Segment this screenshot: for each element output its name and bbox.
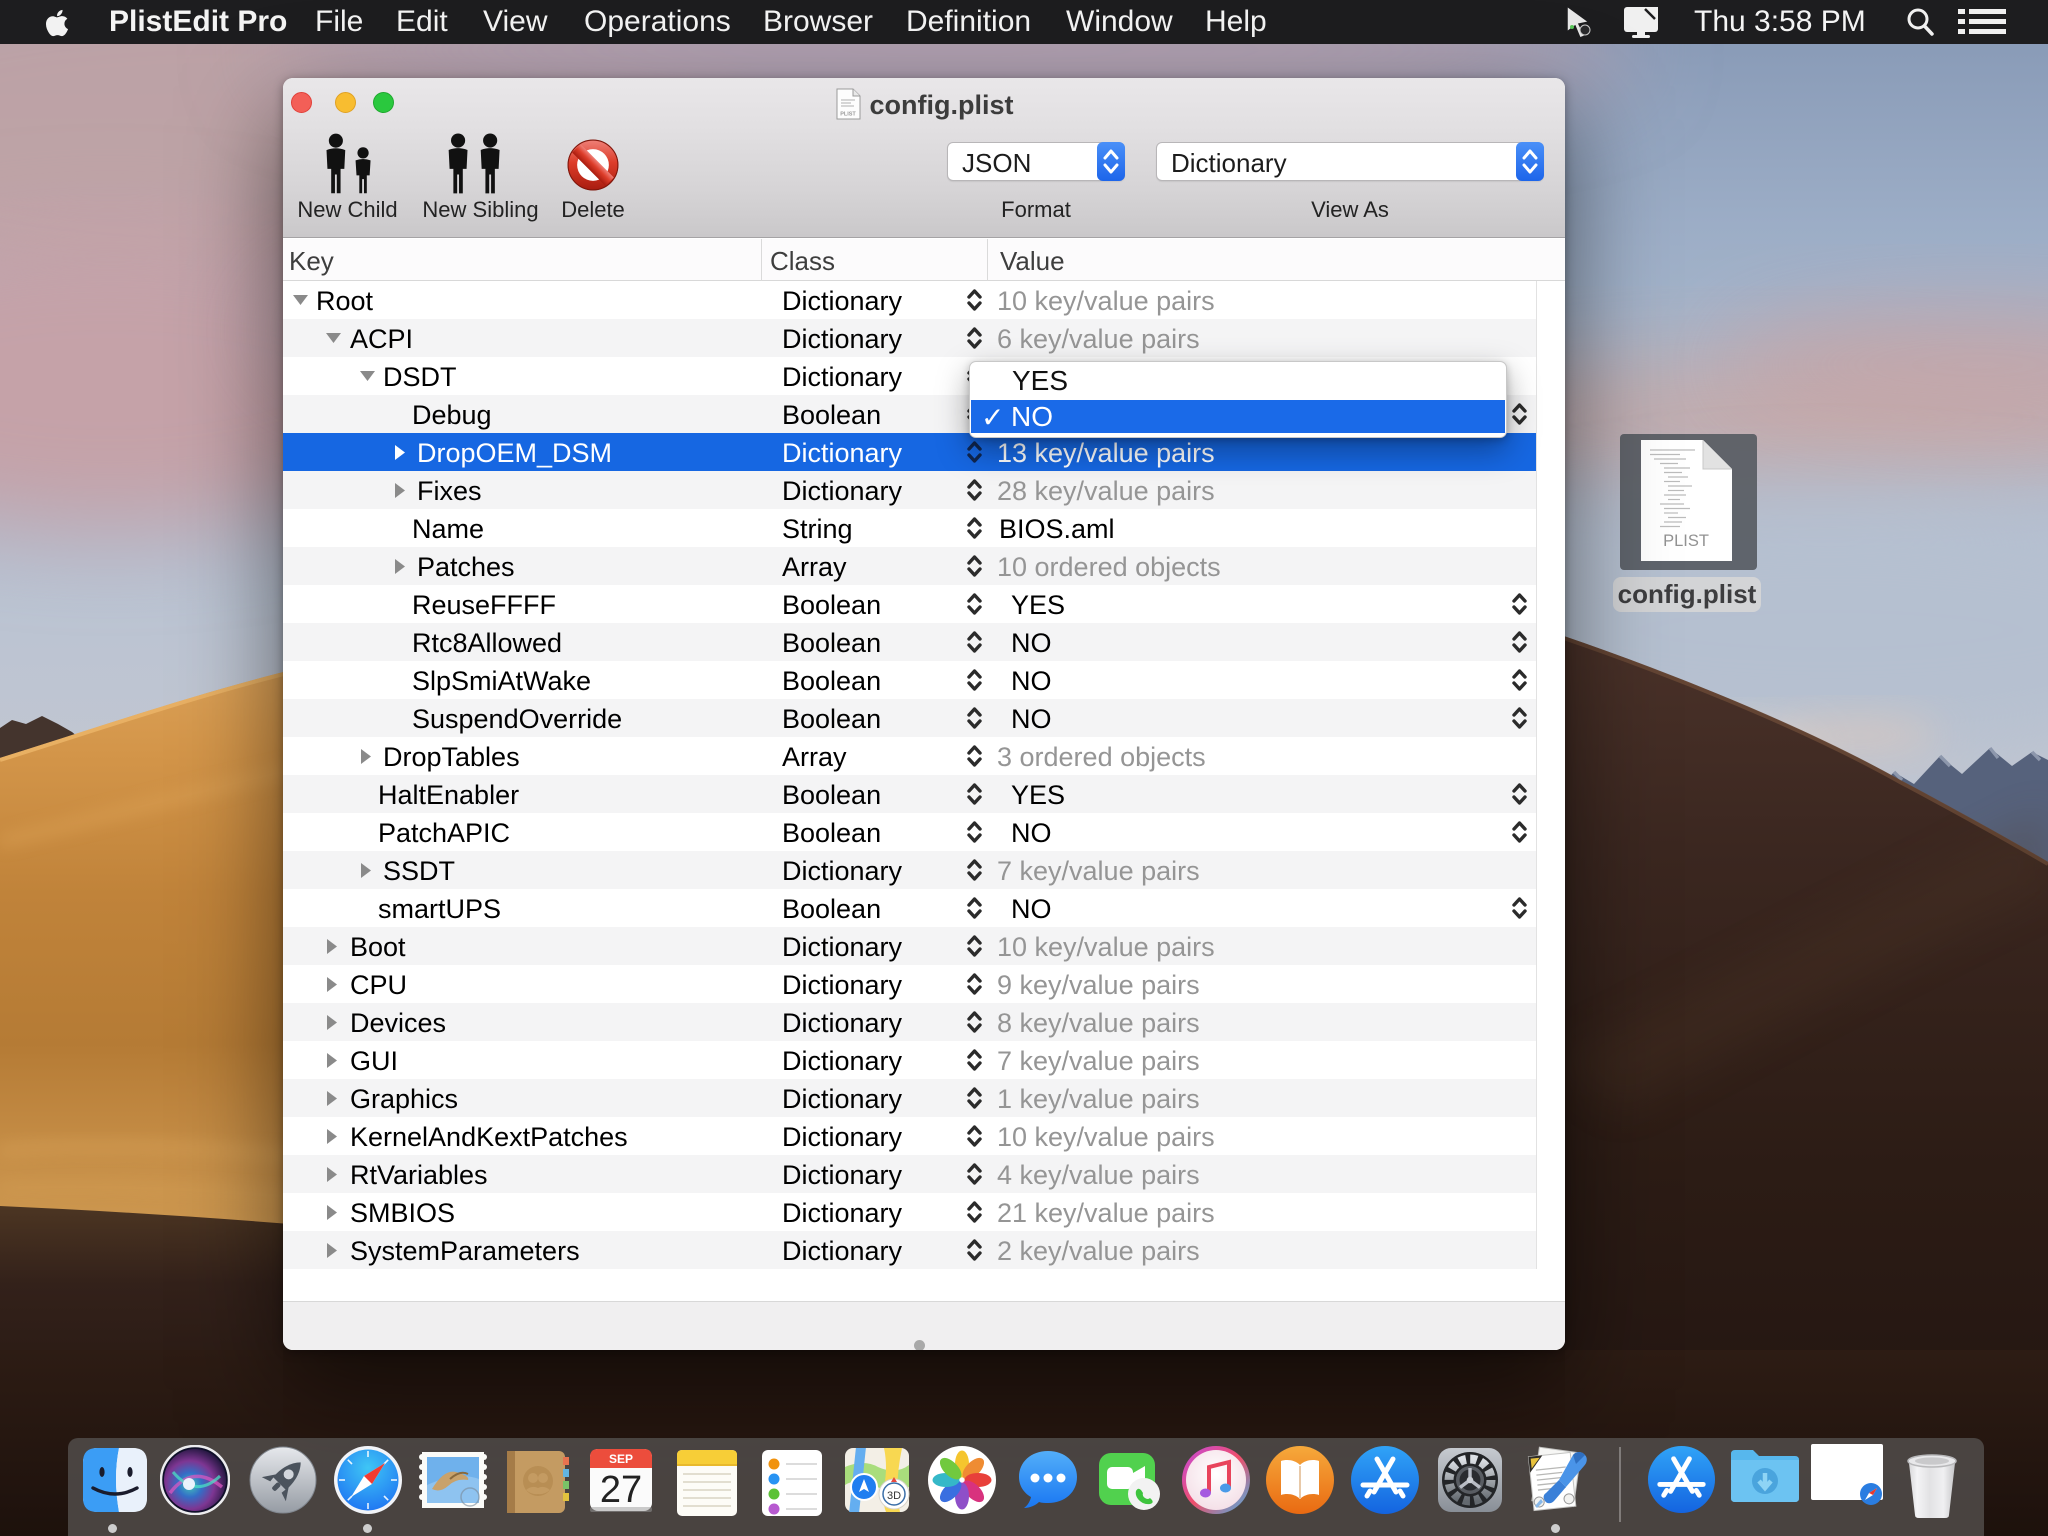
svg-text:SEP: SEP xyxy=(609,1452,633,1466)
svg-text:27: 27 xyxy=(600,1469,642,1511)
svg-text:3D: 3D xyxy=(887,1490,901,1502)
svg-text:PLIST: PLIST xyxy=(1663,532,1709,550)
svg-text:PLIST: PLIST xyxy=(840,112,856,118)
